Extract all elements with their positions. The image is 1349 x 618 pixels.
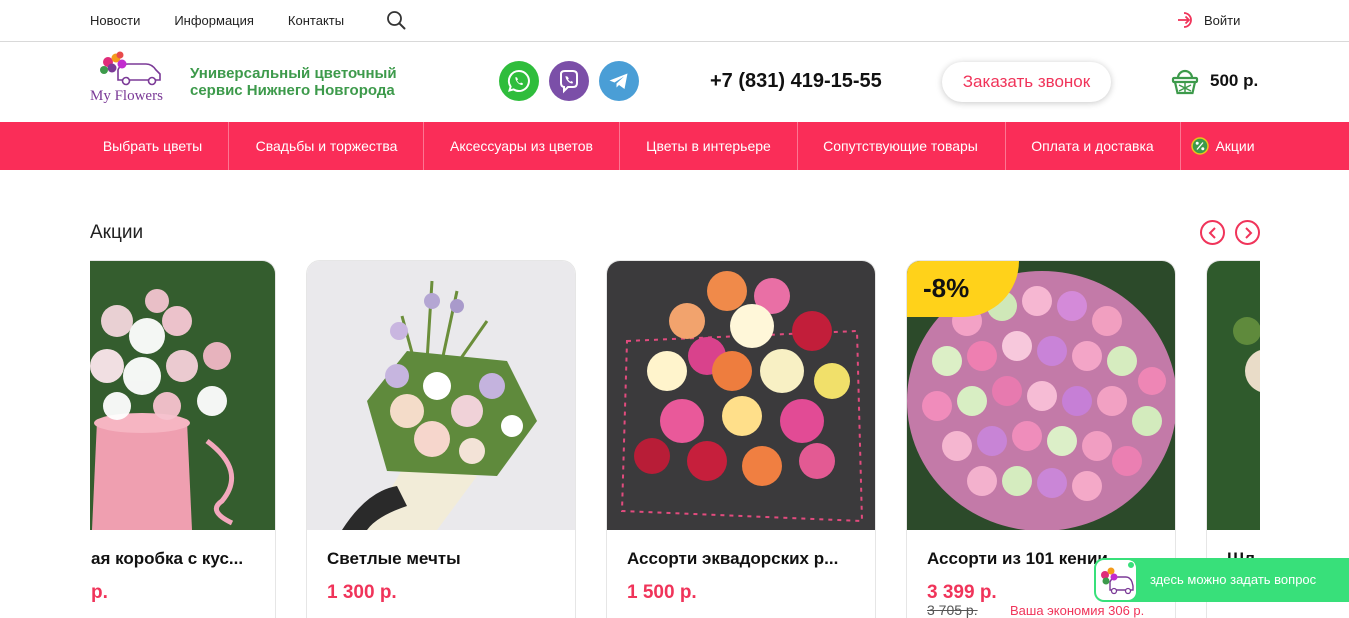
nav-item-promotions[interactable]: Акции <box>1183 122 1263 170</box>
product-card[interactable]: Светлые мечты 1 300 р. <box>306 260 576 618</box>
nav-divider <box>1005 122 1006 170</box>
old-price: 3 705 р. <box>927 602 978 618</box>
top-nav-contacts[interactable]: Контакты <box>288 13 344 28</box>
product-price: р. <box>91 582 108 603</box>
nav-item-interior-flowers[interactable]: Цветы в интерьере <box>624 122 793 170</box>
product-photo <box>307 261 575 530</box>
product-name: Светлые мечты <box>327 549 461 568</box>
tagline-line-2: сервис Нижнего Новгорода <box>190 82 395 99</box>
viber-icon <box>560 70 578 94</box>
product-card[interactable]: ая коробка с кус... р. <box>90 260 276 618</box>
product-price: 1 300 р. <box>327 582 397 603</box>
product-card[interactable]: Ассорти эквадорских р... 1 500 р. <box>606 260 876 618</box>
chat-label: здесь можно задать вопрос <box>1150 572 1317 587</box>
product-name: Ассорти эквадорских р... <box>627 549 839 568</box>
login-icon <box>1178 12 1192 28</box>
main-nav: Выбрать цветы Свадьбы и торжества Аксесс… <box>0 122 1349 170</box>
product-name: ая коробка с кус... <box>91 549 244 568</box>
top-bar: Новости Информация Контакты Войти <box>0 0 1349 42</box>
tagline-line-1: Универсальный цветочный <box>190 65 397 82</box>
product-photo <box>607 261 875 530</box>
nav-divider <box>1180 122 1181 170</box>
basket-icon <box>1171 69 1199 95</box>
nav-divider <box>619 122 620 170</box>
online-indicator <box>1127 561 1135 569</box>
saving-amount: Ваша экономия 306 р. <box>1010 603 1145 618</box>
product-carousel: ая коробка с кус... р. Светлые мечты 1 3… <box>90 260 1260 618</box>
search-icon[interactable] <box>386 10 406 30</box>
viber-button[interactable] <box>549 61 589 101</box>
tagline: Универсальный цветочный сервис Нижнего Н… <box>190 65 430 99</box>
carousel-prev-button[interactable] <box>1200 220 1225 245</box>
logo-text: My Flowers <box>90 88 163 104</box>
chat-widget[interactable]: здесь можно задать вопрос <box>1094 558 1349 602</box>
top-nav: Новости Информация Контакты <box>90 0 344 41</box>
product-price: 3 399 р. <box>927 582 997 603</box>
percent-badge-icon <box>1191 137 1210 155</box>
whatsapp-button[interactable] <box>499 61 539 101</box>
whatsapp-icon <box>507 69 530 92</box>
phone-number[interactable]: +7 (831) 419-15-55 <box>710 70 882 93</box>
nav-item-choose-flowers[interactable]: Выбрать цветы <box>83 122 222 170</box>
top-nav-news[interactable]: Новости <box>90 13 140 28</box>
carousel-next-button[interactable] <box>1235 220 1260 245</box>
product-price: 1 500 р. <box>627 582 697 603</box>
site-logo[interactable]: My Flowers <box>90 50 174 108</box>
chevron-left-icon <box>1208 226 1216 239</box>
top-nav-info[interactable]: Информация <box>174 13 254 28</box>
chevron-right-icon <box>1244 226 1252 239</box>
telegram-button[interactable] <box>599 61 639 101</box>
nav-item-related-goods[interactable]: Сопутствующие товары <box>802 122 999 170</box>
nav-item-payment-delivery[interactable]: Оплата и доставка <box>1010 122 1175 170</box>
callback-button[interactable]: Заказать звонок <box>942 62 1111 102</box>
nav-divider <box>423 122 424 170</box>
cart-total: 500 р. <box>1210 71 1259 90</box>
nav-item-flower-accessories[interactable]: Аксессуары из цветов <box>428 122 615 170</box>
nav-item-promotions-label: Акции <box>1215 138 1255 154</box>
telegram-icon <box>609 73 628 89</box>
cart-button[interactable]: 500 р. <box>1170 66 1258 96</box>
product-photo <box>90 261 275 530</box>
login-link[interactable]: Войти <box>1176 10 1240 30</box>
product-photo <box>1207 261 1260 530</box>
flower-car-logo-icon <box>100 51 161 86</box>
nav-divider <box>228 122 229 170</box>
section-title: Акции <box>90 222 144 243</box>
nav-item-weddings[interactable]: Свадьбы и торжества <box>234 122 419 170</box>
nav-divider <box>797 122 798 170</box>
login-label: Войти <box>1204 12 1241 28</box>
